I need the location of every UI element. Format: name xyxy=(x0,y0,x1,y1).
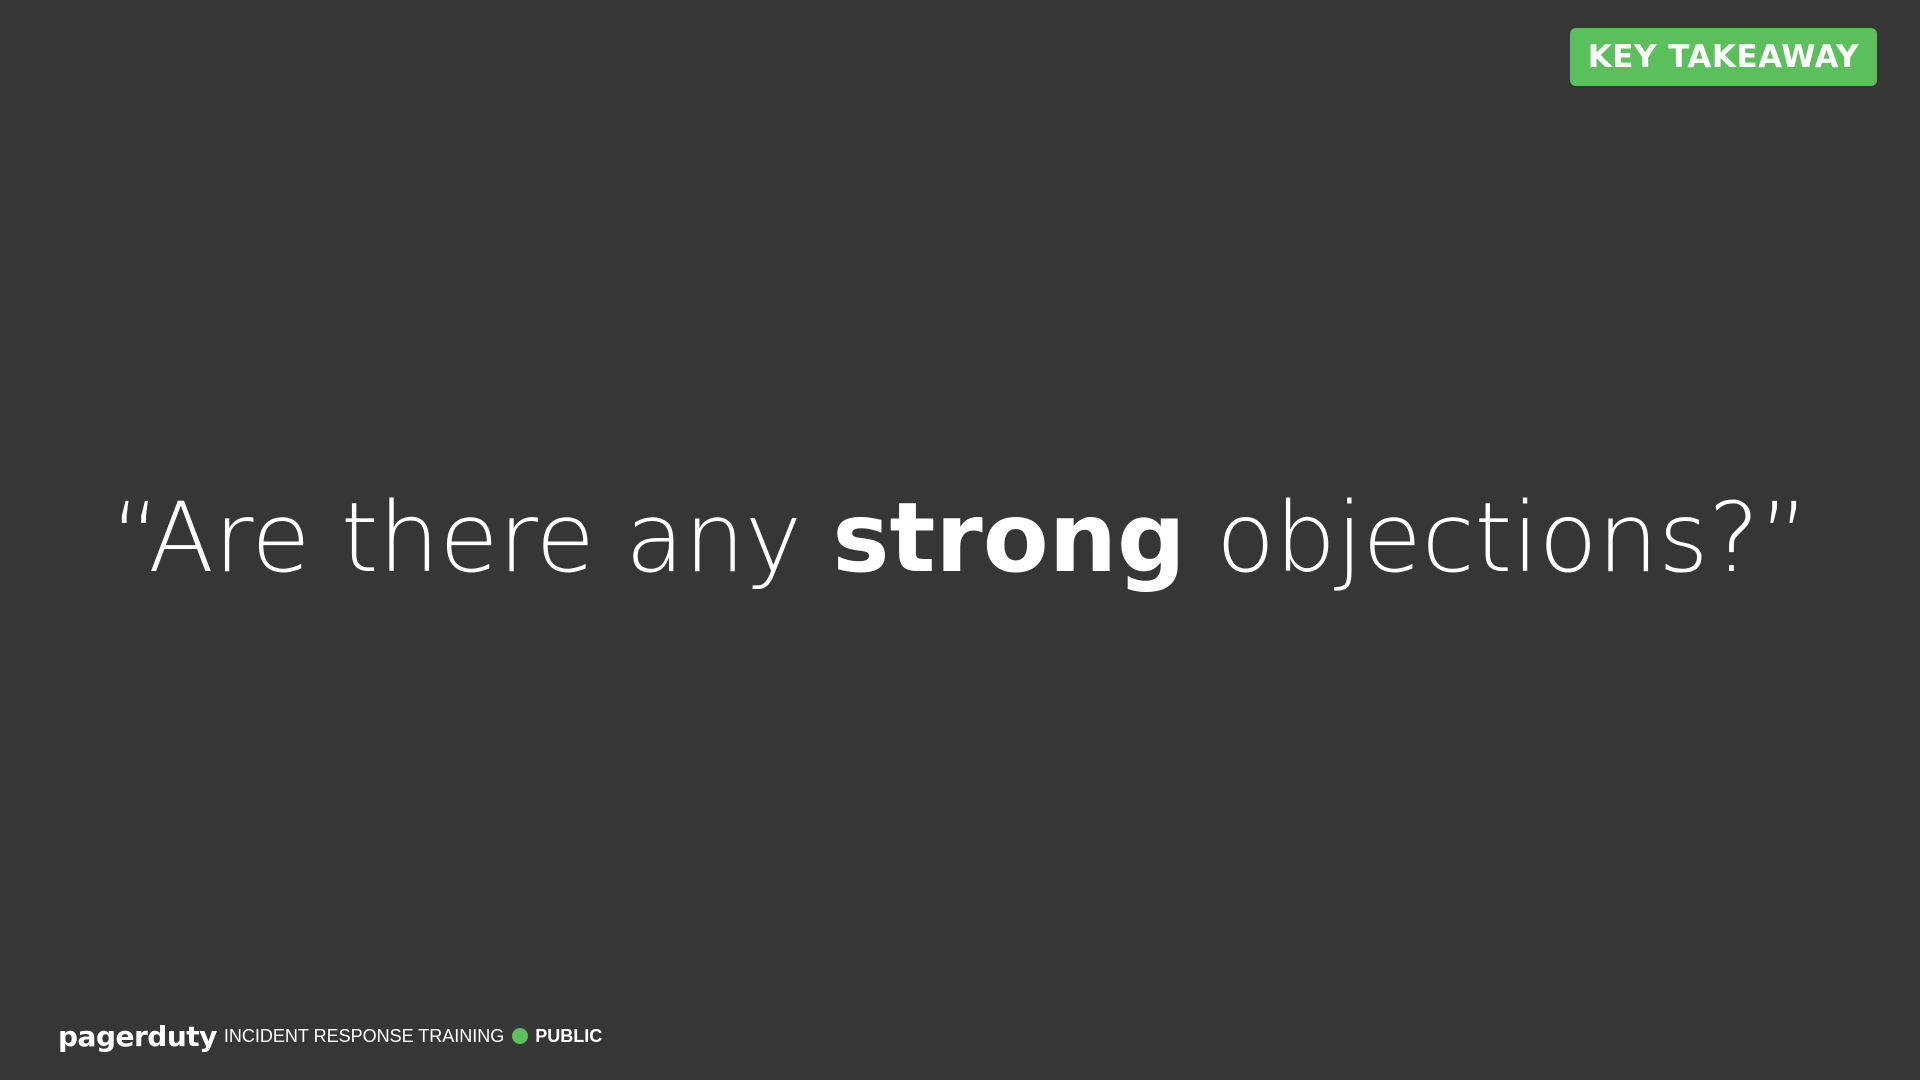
slide-footer: pagerduty INCIDENT RESPONSE TRAINING PUB… xyxy=(58,1018,602,1054)
footer-visibility-label: PUBLIC xyxy=(535,1025,603,1046)
status-dot-icon xyxy=(512,1028,529,1044)
key-takeaway-badge: KEY TAKEAWAY xyxy=(1569,28,1877,86)
quote-close-mark: ” xyxy=(1759,482,1810,594)
quote-emphasis: strong xyxy=(832,482,1186,594)
footer-program-label: INCIDENT RESPONSE TRAINING xyxy=(223,1025,505,1046)
pagerduty-logo: pagerduty xyxy=(58,1019,217,1053)
quote-open-mark: “ xyxy=(110,482,149,594)
quote-text-before: Are there any xyxy=(148,482,833,594)
slide-quote: “Are there any strong objections?” xyxy=(0,478,1920,598)
quote-text-after: objections? xyxy=(1185,482,1760,594)
